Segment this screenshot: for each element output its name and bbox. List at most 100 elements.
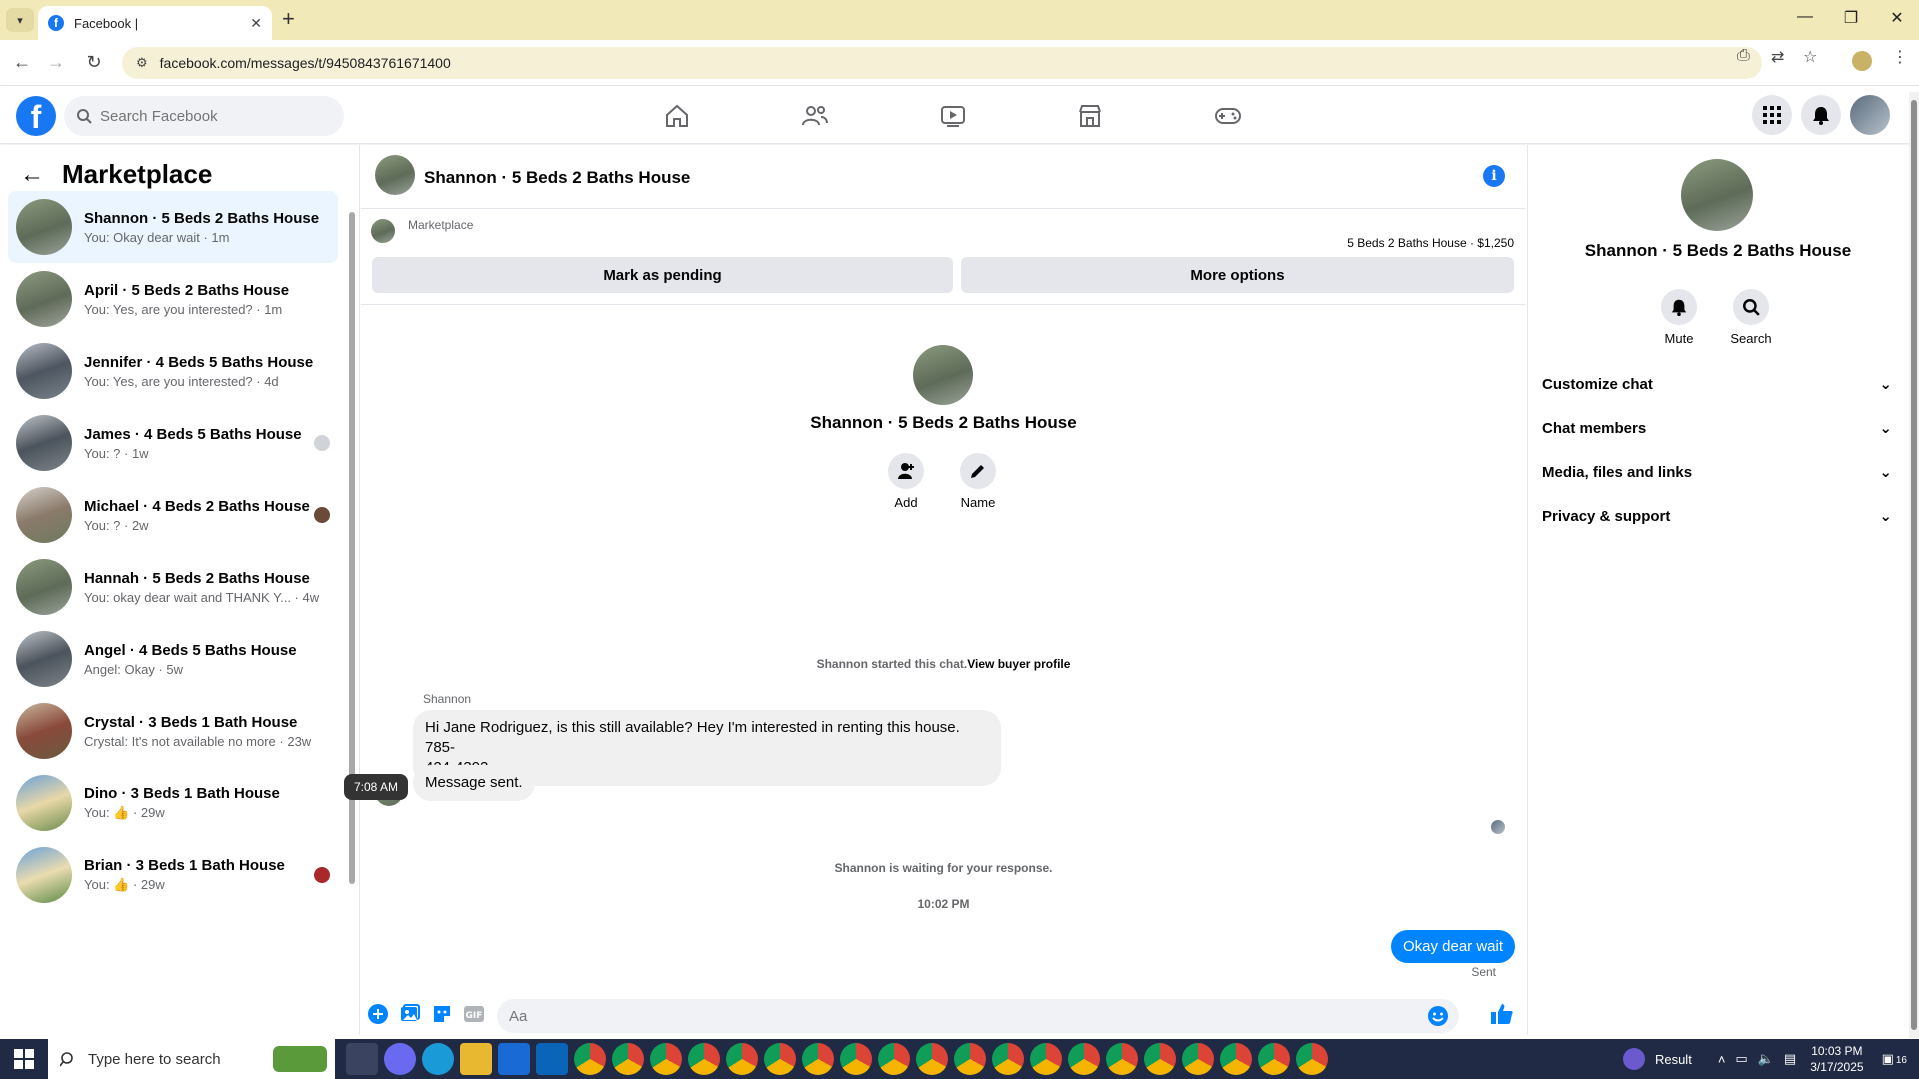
camera-icon[interactable]: ▭ (1735, 1051, 1747, 1067)
file-explorer-icon[interactable] (460, 1043, 492, 1075)
chrome-icon[interactable] (954, 1043, 986, 1075)
conversation-item[interactable]: Dino · 3 Beds 1 Bath House You: 👍 · 29w (8, 767, 338, 839)
profile-icon[interactable] (1852, 51, 1872, 71)
chrome-icon[interactable] (764, 1043, 796, 1075)
chrome-icon[interactable] (840, 1043, 872, 1075)
search-conversation-button[interactable]: Search (1721, 289, 1781, 346)
chrome-icon[interactable] (1182, 1043, 1214, 1075)
chrome-icon[interactable] (802, 1043, 834, 1075)
facebook-search-input[interactable] (100, 107, 320, 125)
conversation-item[interactable]: April · 5 Beds 2 Baths House You: Yes, ar… (8, 263, 338, 335)
gaming-nav-icon[interactable] (1208, 100, 1248, 132)
store-icon[interactable] (498, 1043, 530, 1075)
add-member-button[interactable]: Add (876, 453, 936, 510)
home-nav-icon[interactable] (657, 100, 697, 132)
chrome-icon[interactable] (1258, 1043, 1290, 1075)
forward-icon[interactable]: → (44, 52, 68, 73)
minimize-icon[interactable]: — (1790, 8, 1820, 26)
chrome-icon[interactable] (916, 1043, 948, 1075)
windows-start-icon[interactable] (14, 1049, 34, 1069)
conversation-item[interactable]: Shannon · 5 Beds 2 Baths House You: Okay … (8, 191, 338, 263)
browser-tab[interactable]: f Facebook | ✕ (38, 6, 272, 40)
chat-members-section[interactable]: Chat members ⌄ (1542, 410, 1892, 446)
conversation-item[interactable]: Angel · 4 Beds 5 Baths House Angel: Okay … (8, 623, 338, 695)
conversation-item[interactable]: Michael · 4 Beds 2 Baths House You: ? · 2… (8, 479, 338, 551)
listing-title-price[interactable]: 5 Beds 2 Baths House · $1,250 (1347, 236, 1514, 250)
outgoing-message[interactable]: Okay dear wait (1390, 930, 1515, 963)
customize-chat-section[interactable]: Customize chat ⌄ (1542, 366, 1892, 402)
install-app-icon[interactable]: ⎙ (1737, 47, 1750, 65)
chrome-menu-icon[interactable]: ⋮ (1892, 47, 1908, 67)
chrome-icon[interactable] (574, 1043, 606, 1075)
task-view-icon[interactable] (346, 1043, 378, 1075)
privacy-support-section[interactable]: Privacy & support ⌄ (1542, 498, 1892, 534)
conversation-item[interactable]: Jennifer · 4 Beds 5 Baths House You: Yes,… (8, 335, 338, 407)
facebook-search[interactable] (64, 96, 344, 136)
chrome-icon[interactable] (1144, 1043, 1176, 1075)
translate-icon[interactable]: ⇄ (1771, 47, 1784, 67)
conversation-item[interactable]: Crystal · 3 Beds 1 Bath House Crystal: It… (8, 695, 338, 767)
incoming-message[interactable]: Message sent. (413, 765, 535, 801)
conversation-item[interactable]: Hannah · 5 Beds 2 Baths House You: okay d… (8, 551, 338, 623)
info-icon[interactable]: i (1483, 165, 1505, 187)
chat-thumbnail[interactable] (375, 155, 415, 195)
reload-icon[interactable]: ↻ (82, 52, 106, 73)
friends-nav-icon[interactable] (795, 100, 835, 132)
name-chat-button[interactable]: Name (948, 453, 1008, 510)
chrome-icon[interactable] (650, 1043, 682, 1075)
new-tab-icon[interactable]: + (282, 8, 295, 30)
taskbar-search[interactable]: Type here to search (48, 1039, 335, 1079)
conversation-item[interactable]: James · 4 Beds 5 Baths House You: ? · 1w (8, 407, 338, 479)
volume-icon[interactable]: 🔈 (1758, 1051, 1774, 1067)
message-input[interactable] (509, 1007, 1409, 1025)
outlook-icon[interactable] (536, 1043, 568, 1075)
mark-as-pending-button[interactable]: Mark as pending (372, 257, 953, 293)
chrome-icon[interactable] (1068, 1043, 1100, 1075)
video-nav-icon[interactable] (933, 100, 973, 132)
marketplace-nav-icon[interactable] (1070, 100, 1110, 132)
gif-icon[interactable]: GIF (463, 1003, 485, 1025)
back-arrow-icon[interactable]: ← (20, 161, 44, 189)
conversation-item[interactable]: Brian · 3 Beds 1 Bath House You: 👍 · 29w (8, 839, 338, 911)
media-files-links-section[interactable]: Media, files and links ⌄ (1542, 454, 1892, 490)
mute-button[interactable]: Mute (1649, 289, 1709, 346)
photo-icon[interactable] (399, 1003, 421, 1025)
thumbs-up-icon[interactable] (1489, 1001, 1515, 1027)
back-icon[interactable]: ← (10, 52, 34, 73)
view-buyer-profile-link[interactable]: View buyer profile (967, 657, 1070, 671)
copilot-icon[interactable] (384, 1043, 416, 1075)
show-hidden-icons-icon[interactable]: ˄ (1718, 1052, 1726, 1067)
chrome-icon[interactable] (1106, 1043, 1138, 1075)
chat-title[interactable]: Shannon · 5 Beds 2 Baths House (424, 168, 690, 188)
chrome-icon[interactable] (1220, 1043, 1252, 1075)
account-avatar[interactable] (1850, 95, 1890, 135)
site-settings-icon[interactable]: ⚙ (136, 55, 148, 71)
tab-search-chevron-icon[interactable]: ▾ (6, 8, 34, 32)
chrome-icon[interactable] (1030, 1043, 1062, 1075)
close-window-icon[interactable]: ✕ (1882, 8, 1912, 28)
result-label[interactable]: Result (1655, 1052, 1692, 1067)
menu-grid-icon[interactable] (1752, 95, 1792, 135)
notifications-bell-icon[interactable] (1801, 95, 1841, 135)
chrome-icon[interactable] (688, 1043, 720, 1075)
page-scrollbar[interactable] (1911, 100, 1917, 1030)
bookmark-star-icon[interactable]: ☆ (1803, 47, 1817, 67)
restore-icon[interactable]: ❐ (1836, 8, 1866, 28)
facebook-logo-icon[interactable]: f (16, 96, 56, 136)
address-bar[interactable]: ⚙ facebook.com/messages/t/94508437616714… (122, 47, 1762, 79)
chrome-icon[interactable] (726, 1043, 758, 1075)
more-options-button[interactable]: More options (961, 257, 1514, 293)
network-icon[interactable]: ▤ (1784, 1051, 1796, 1067)
chrome-icon[interactable] (612, 1043, 644, 1075)
chrome-icon[interactable] (878, 1043, 910, 1075)
app-tray-icon[interactable] (1622, 1048, 1645, 1070)
close-tab-icon[interactable]: ✕ (250, 15, 262, 32)
edge-icon[interactable] (422, 1043, 454, 1075)
chrome-icon[interactable] (992, 1043, 1024, 1075)
message-input-field[interactable] (497, 999, 1459, 1033)
emoji-icon[interactable] (1427, 1005, 1449, 1031)
plus-circle-icon[interactable] (367, 1003, 389, 1025)
taskbar-clock[interactable]: 10:03 PM 3/17/2025 (1810, 1043, 1863, 1075)
sticker-icon[interactable] (431, 1003, 453, 1025)
notification-center-icon[interactable]: ▣ 16 (1882, 1051, 1907, 1067)
